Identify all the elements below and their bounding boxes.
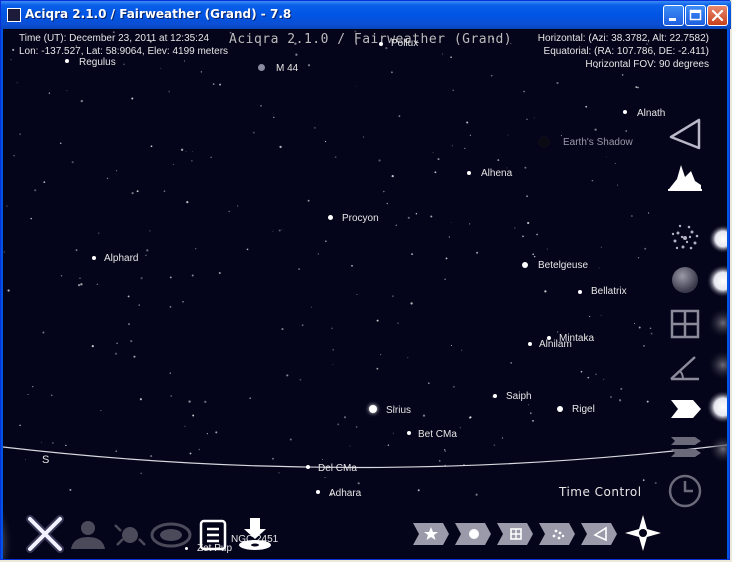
title-bar[interactable]: Aciqra 2.1.0 / Fairweather (Grand) - 7.8 <box>1 1 731 29</box>
document-icon[interactable] <box>197 518 229 552</box>
dot-tab-icon[interactable] <box>453 519 493 549</box>
right-edge-glow <box>707 225 727 463</box>
grid-icon[interactable] <box>665 305 705 343</box>
compass-icon[interactable] <box>623 513 663 553</box>
close-icon[interactable] <box>25 514 65 554</box>
sky-view[interactable]: Time (UT): December 23, 2011 at 12:35:24… <box>3 29 727 559</box>
angle-icon[interactable] <box>665 347 705 385</box>
satellite-icon[interactable] <box>111 517 149 553</box>
time-control-label[interactable]: Time Control <box>559 485 642 499</box>
clock-icon[interactable] <box>665 471 705 511</box>
window-title: Aciqra 2.1.0 / Fairweather (Grand) - 7.8 <box>25 7 292 21</box>
constellation-lines-icon[interactable] <box>665 431 705 467</box>
side-glow-1 <box>709 225 727 253</box>
mountain-icon[interactable] <box>665 157 705 193</box>
arrow-icon[interactable] <box>665 391 705 427</box>
app-window: Aciqra 2.1.0 / Fairweather (Grand) - 7.8… <box>0 0 731 560</box>
left-edge-glow <box>3 509 19 559</box>
triangle-icon[interactable] <box>665 115 705 153</box>
side-glow-2 <box>707 265 727 297</box>
side-glow-6 <box>709 435 727 463</box>
starfield-icon[interactable] <box>665 219 705 257</box>
side-glow-5 <box>707 391 727 423</box>
triangle-tab-icon[interactable] <box>579 519 619 549</box>
galaxy-icon[interactable] <box>149 517 193 553</box>
planet-icon[interactable] <box>665 261 705 299</box>
grid-tab-icon[interactable] <box>495 519 535 549</box>
cluster-tab-icon[interactable] <box>537 519 577 549</box>
person-icon[interactable] <box>67 517 109 553</box>
side-glow-3 <box>708 308 727 338</box>
app-icon <box>7 8 21 22</box>
side-glow-4 <box>708 350 727 380</box>
download-icon[interactable] <box>235 515 275 553</box>
minimize-button[interactable] <box>663 5 684 26</box>
star-tab-icon[interactable] <box>411 519 451 549</box>
maximize-button[interactable] <box>685 5 706 26</box>
close-button[interactable] <box>707 5 728 26</box>
